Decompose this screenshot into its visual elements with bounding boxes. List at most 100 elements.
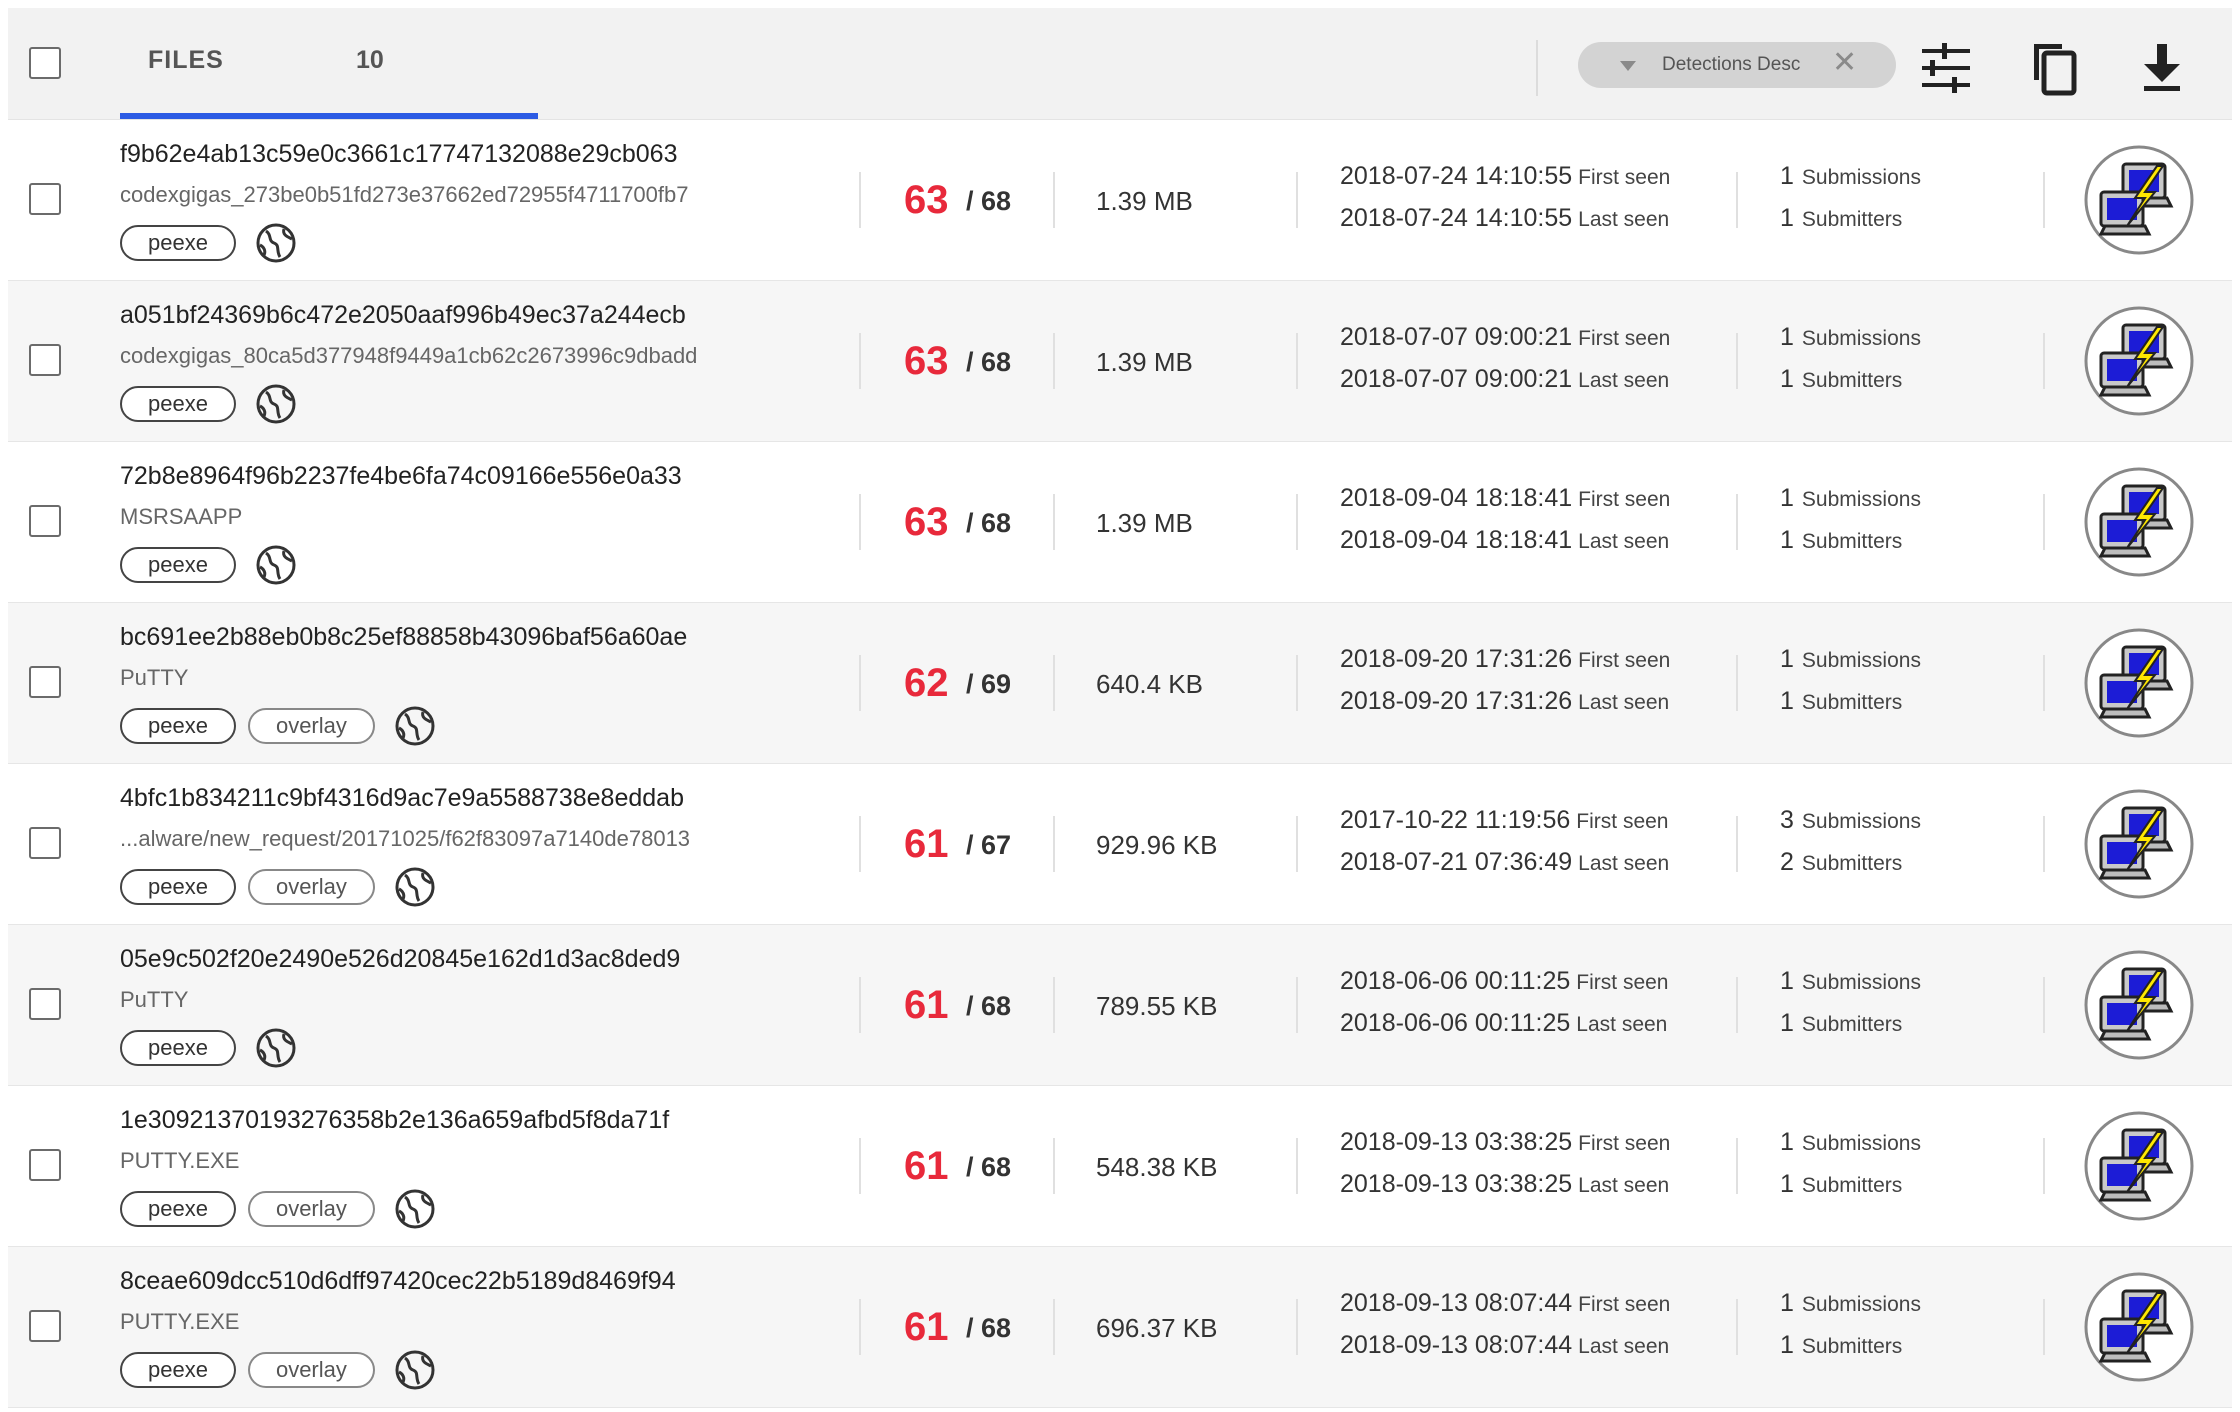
file-name: ...alware/new_request/20171025/f62f83097… — [120, 826, 691, 851]
submitters-count: 2 Submitters — [1780, 848, 1903, 876]
last-seen: 2018-06-06 00:11:25 Last seen — [1340, 1009, 1668, 1037]
last-seen: 2018-07-21 07:36:49 Last seen — [1340, 848, 1670, 876]
tag-peexe[interactable]: peexe — [120, 1030, 236, 1066]
globe-icon[interactable] — [393, 1348, 437, 1392]
file-hash[interactable]: 4bfc1b834211c9bf4316d9ac7e9a5588738e8edd… — [120, 784, 756, 813]
table-row[interactable]: 05e9c502f20e2490e526d20845e162d1d3ac8ded… — [8, 925, 2232, 1086]
file-hash[interactable]: 8ceae609dcc510d6dff97420cec22b5189d8469f… — [120, 1267, 756, 1296]
tab-files-count: 10 — [356, 46, 384, 74]
tag-peexe[interactable]: peexe — [120, 386, 236, 422]
close-icon[interactable]: ✕ — [1832, 48, 1857, 78]
row-checkbox[interactable] — [29, 1310, 61, 1342]
submissions-count: 1 Submissions — [1780, 323, 1921, 351]
tag-overlay[interactable]: overlay — [247, 708, 375, 744]
submitters-count: 1 Submitters — [1780, 1170, 1903, 1198]
table-row[interactable]: bc691ee2b88eb0b8c25ef88858b43096baf56a60… — [8, 603, 2232, 764]
tag-overlay[interactable]: overlay — [247, 1191, 375, 1227]
column-divider — [1736, 655, 1738, 711]
table-row[interactable]: 72b8e8964f96b2237fe4be6fa74c09166e556e0a… — [8, 442, 2232, 603]
detection-count[interactable]: 61 — [904, 983, 949, 1028]
file-hash[interactable]: 05e9c502f20e2490e526d20845e162d1d3ac8ded… — [120, 945, 756, 974]
last-seen: 2018-07-07 09:00:21 Last seen — [1340, 365, 1670, 393]
list-header: FILES 10 Detections Desc ✕ — [8, 8, 2232, 120]
row-checkbox[interactable] — [29, 988, 61, 1020]
column-divider — [1736, 816, 1738, 872]
column-divider — [2043, 494, 2045, 550]
column-divider — [1296, 172, 1298, 228]
globe-icon[interactable] — [254, 221, 298, 265]
tag-peexe[interactable]: peexe — [120, 1352, 236, 1388]
sort-chip[interactable]: Detections Desc ✕ — [1578, 42, 1896, 88]
file-hash[interactable]: a051bf24369b6c472e2050aaf996b49ec37a244e… — [120, 301, 756, 330]
table-row[interactable]: f9b62e4ab13c59e0c3661c17747132088e29cb06… — [8, 120, 2232, 281]
row-checkbox[interactable] — [29, 666, 61, 698]
globe-icon[interactable] — [254, 543, 298, 587]
table-row[interactable]: 4bfc1b834211c9bf4316d9ac7e9a5588738e8edd… — [8, 764, 2232, 925]
submissions-count: 1 Submissions — [1780, 1289, 1921, 1317]
detection-total: / 68 — [966, 508, 1012, 538]
tag-peexe[interactable]: peexe — [120, 708, 236, 744]
file-hash[interactable]: bc691ee2b88eb0b8c25ef88858b43096baf56a60… — [120, 623, 756, 652]
detection-total: / 69 — [966, 669, 1012, 699]
row-checkbox[interactable] — [29, 505, 61, 537]
globe-icon[interactable] — [254, 382, 298, 426]
file-hash[interactable]: 1e30921370193276358b2e136a659afbd5f8da71… — [120, 1106, 756, 1135]
row-checkbox[interactable] — [29, 344, 61, 376]
first-seen: 2018-07-07 09:00:21 First seen — [1340, 323, 1671, 351]
select-all-checkbox[interactable] — [29, 47, 61, 79]
column-divider — [859, 494, 861, 550]
table-row[interactable]: 8ceae609dcc510d6dff97420cec22b5189d8469f… — [8, 1247, 2232, 1408]
tag-overlay[interactable]: overlay — [247, 869, 375, 905]
globe-icon[interactable] — [393, 865, 437, 909]
file-size: 929.96 KB — [1096, 830, 1218, 860]
tag-peexe[interactable]: peexe — [120, 547, 236, 583]
column-divider — [859, 172, 861, 228]
detection-count[interactable]: 61 — [904, 1305, 949, 1350]
column-divider — [1296, 333, 1298, 389]
detection-count[interactable]: 63 — [904, 500, 949, 545]
caret-down-icon[interactable] — [1620, 61, 1636, 71]
column-divider — [1053, 1138, 1055, 1194]
globe-icon[interactable] — [254, 1026, 298, 1070]
row-checkbox[interactable] — [29, 1149, 61, 1181]
column-divider — [1736, 333, 1738, 389]
column-divider — [1053, 494, 1055, 550]
tab-files-label: FILES — [148, 46, 224, 74]
file-name: PUTTY.EXE — [120, 1309, 240, 1334]
column-divider — [1736, 494, 1738, 550]
file-hash[interactable]: 72b8e8964f96b2237fe4be6fa74c09166e556e0a… — [120, 462, 756, 491]
column-divider — [859, 1138, 861, 1194]
table-row[interactable]: a051bf24369b6c472e2050aaf996b49ec37a244e… — [8, 281, 2232, 442]
globe-icon[interactable] — [393, 704, 437, 748]
column-divider — [1736, 1138, 1738, 1194]
column-divider — [2043, 977, 2045, 1033]
row-checkbox[interactable] — [29, 827, 61, 859]
file-hash[interactable]: f9b62e4ab13c59e0c3661c17747132088e29cb06… — [120, 140, 756, 169]
tag-peexe[interactable]: peexe — [120, 225, 236, 261]
detection-count[interactable]: 63 — [904, 178, 949, 223]
row-checkbox[interactable] — [29, 183, 61, 215]
detection-count[interactable]: 63 — [904, 339, 949, 384]
detection-count[interactable]: 61 — [904, 822, 949, 867]
detection-count[interactable]: 62 — [904, 661, 949, 706]
table-row[interactable]: 1e30921370193276358b2e136a659afbd5f8da71… — [8, 1086, 2232, 1247]
putty-app-icon — [2084, 306, 2194, 416]
putty-app-icon — [2084, 467, 2194, 577]
detection-total: / 68 — [966, 186, 1012, 216]
sort-label: Detections Desc — [1662, 54, 1801, 75]
tag-peexe[interactable]: peexe — [120, 869, 236, 905]
globe-icon[interactable] — [393, 1187, 437, 1231]
detection-total: / 68 — [966, 991, 1012, 1021]
column-divider — [1296, 1299, 1298, 1355]
filter-sliders-icon[interactable] — [1918, 40, 1974, 96]
submissions-count: 1 Submissions — [1780, 162, 1921, 190]
copy-icon[interactable] — [2026, 40, 2082, 96]
download-icon[interactable] — [2134, 40, 2190, 96]
column-divider — [2043, 172, 2045, 228]
column-divider — [2043, 1299, 2045, 1355]
tag-peexe[interactable]: peexe — [120, 1191, 236, 1227]
tag-overlay[interactable]: overlay — [247, 1352, 375, 1388]
detection-count[interactable]: 61 — [904, 1144, 949, 1189]
detection-total: / 68 — [966, 1152, 1012, 1182]
tag-list: peexe — [120, 221, 298, 265]
